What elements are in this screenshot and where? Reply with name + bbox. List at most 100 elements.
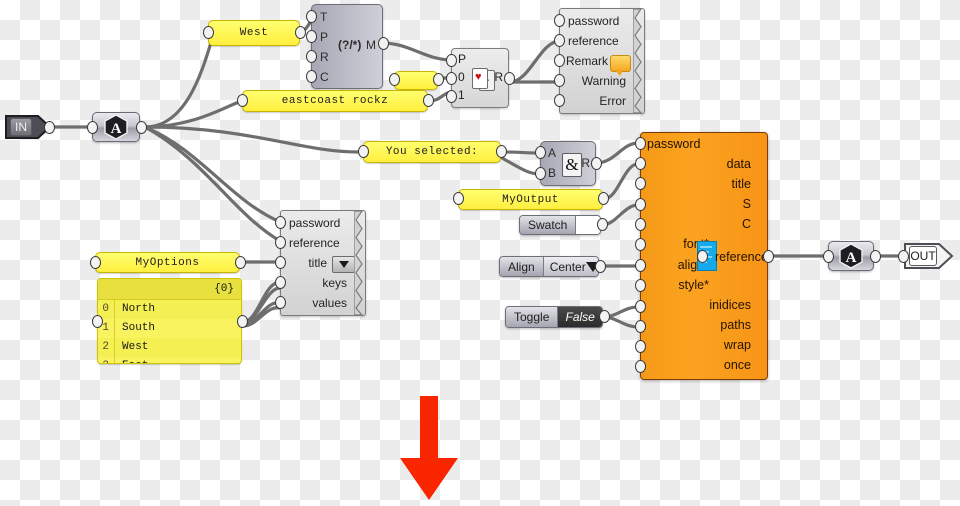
toggle-widget[interactable]: Toggle False <box>505 306 603 328</box>
context-panel-top[interactable]: password reference Remark Warning Error <box>559 8 645 114</box>
panel-west-in-port[interactable] <box>203 26 214 39</box>
panel-you-selected-in-port[interactable] <box>358 145 369 158</box>
myoptions-list-in-port[interactable] <box>92 315 103 328</box>
card-component[interactable]: P 0 1 ♠ ♥ R <box>451 48 509 108</box>
alias-node-left[interactable]: A <box>92 112 140 142</box>
list-item-value: East <box>115 357 148 363</box>
alias-left-out-port[interactable] <box>136 121 147 134</box>
replace-in-port-p[interactable] <box>306 30 317 43</box>
orange-in-port-once[interactable] <box>635 360 646 373</box>
replace-in-port-c[interactable] <box>306 70 317 83</box>
replace-in-port-t[interactable] <box>306 10 317 23</box>
node-graph-canvas[interactable]: IN A West T P R C (?/*) M eastcoast rock… <box>0 0 960 501</box>
output-capsule-in-port[interactable] <box>898 250 909 263</box>
ctx-top-in-port-password[interactable] <box>554 14 565 27</box>
panel-myoptions[interactable]: MyOptions <box>95 252 240 273</box>
myoptions-list[interactable]: {0} 0 North 1 South 2 West 3 East <box>97 278 242 364</box>
panel-eastcoast-rockz[interactable]: eastcoast rockz <box>242 90 428 112</box>
orange-in-port-align[interactable] <box>635 259 646 272</box>
orange-in-port-wrap[interactable] <box>635 340 646 353</box>
context-panel-mid[interactable]: password reference title keys values <box>280 210 366 316</box>
replace-in-port-r[interactable] <box>306 50 317 63</box>
card-in-port-p[interactable] <box>446 54 457 67</box>
panel-west[interactable]: West <box>208 20 300 46</box>
panel-myoptions-in-port[interactable] <box>90 256 101 269</box>
panel-you-selected-out-port[interactable] <box>496 145 507 158</box>
panel-myoptions-out-port[interactable] <box>235 256 246 269</box>
panel-west-out-port[interactable] <box>295 26 306 39</box>
panel-myoutput-out-port[interactable] <box>598 192 609 205</box>
alias-right-in-port[interactable] <box>823 250 834 263</box>
card-in-port-1[interactable] <box>446 90 457 103</box>
orange-out-port-reference[interactable] <box>763 250 774 263</box>
panel-myoutput-in-port[interactable] <box>453 192 464 205</box>
orange-in-port-c[interactable] <box>635 218 646 231</box>
align-widget-value-field[interactable]: Center <box>543 257 598 276</box>
card-out-port-r[interactable] <box>504 72 515 85</box>
replace-component[interactable]: T P R C (?/*) M <box>311 4 383 89</box>
orange-inner-in-port-reference[interactable] <box>697 250 708 263</box>
ctx-mid-in-port-title[interactable] <box>275 256 286 269</box>
ctx-mid-row-reference: reference <box>281 233 355 253</box>
toggle-widget-out-port[interactable] <box>599 310 610 323</box>
ctx-top-label-reference: reference <box>568 34 619 48</box>
replace-out-port-m[interactable] <box>378 37 389 50</box>
orange-in-port-s[interactable] <box>635 198 646 211</box>
orange-row-style: style* <box>641 278 709 292</box>
list-item-index: 3 <box>98 357 115 363</box>
orange-in-port-data[interactable] <box>635 157 646 170</box>
ctx-top-in-port-error[interactable] <box>554 94 565 107</box>
ctx-mid-in-port-password[interactable] <box>275 216 286 229</box>
swatch-widget[interactable]: Swatch <box>519 215 601 235</box>
concat-in-port-b[interactable] <box>535 167 546 180</box>
alias-right-out-port[interactable] <box>870 250 881 263</box>
ctx-top-row-reference: reference <box>560 31 634 51</box>
orange-label-c: C <box>741 217 751 231</box>
title-dropdown-button[interactable] <box>332 256 355 273</box>
orange-in-port-font[interactable] <box>635 238 646 251</box>
panel-eastcoast-out-port[interactable] <box>423 94 434 107</box>
panel-empty-out-port[interactable] <box>433 73 444 86</box>
orange-in-port-paths[interactable] <box>635 320 646 333</box>
swatch-widget-out-port[interactable] <box>597 218 608 231</box>
concat-out-port-r[interactable] <box>591 157 602 170</box>
orange-label-paths: paths <box>720 318 751 332</box>
list-item[interactable]: 2 West <box>98 338 241 357</box>
orange-label-s: S <box>742 197 751 211</box>
list-item[interactable]: 0 North <box>98 300 241 319</box>
list-item[interactable]: 1 South <box>98 319 241 338</box>
alias-node-right[interactable]: A <box>828 241 874 271</box>
panel-empty[interactable] <box>394 71 438 90</box>
orange-in-port-title[interactable] <box>635 177 646 190</box>
concat-in-port-a[interactable] <box>535 146 546 159</box>
alias-left-in-port[interactable] <box>87 121 98 134</box>
orange-in-port-password[interactable] <box>635 137 646 150</box>
orange-label-style: style* <box>678 278 709 292</box>
ctx-mid-in-port-keys[interactable] <box>275 276 286 289</box>
orange-row-paths: paths <box>641 318 751 332</box>
card-in-port-0[interactable] <box>446 72 457 85</box>
ctx-top-in-port-warning[interactable] <box>554 74 565 87</box>
myoptions-list-out-port[interactable] <box>237 315 248 328</box>
orange-in-port-inidices[interactable] <box>635 300 646 313</box>
align-widget[interactable]: Align Center <box>499 256 599 277</box>
toggle-widget-value[interactable]: False <box>558 307 602 327</box>
ctx-mid-in-port-reference[interactable] <box>275 236 286 249</box>
list-item[interactable]: 3 East <box>98 357 241 363</box>
panel-you-selected[interactable]: You selected: <box>363 141 501 163</box>
orange-label-wrap: wrap <box>723 338 751 352</box>
ctx-mid-in-port-values[interactable] <box>275 296 286 309</box>
panel-empty-in-port[interactable] <box>389 73 400 86</box>
hexagon-a-icon: A <box>839 243 863 269</box>
input-capsule-out-port[interactable] <box>44 121 55 134</box>
panel-eastcoast-in-port[interactable] <box>237 94 248 107</box>
input-capsule-label: IN <box>10 118 32 136</box>
panel-myoutput[interactable]: MyOutput <box>458 189 603 210</box>
ctx-top-in-port-remark[interactable] <box>554 54 565 67</box>
ctx-top-in-port-reference[interactable] <box>554 34 565 47</box>
orange-in-port-style[interactable] <box>635 279 646 292</box>
output-capsule[interactable]: OUT <box>903 241 955 271</box>
concat-component[interactable]: A B & R <box>540 141 596 186</box>
ampersand-icon: & <box>562 153 582 177</box>
align-widget-out-port[interactable] <box>595 260 606 273</box>
